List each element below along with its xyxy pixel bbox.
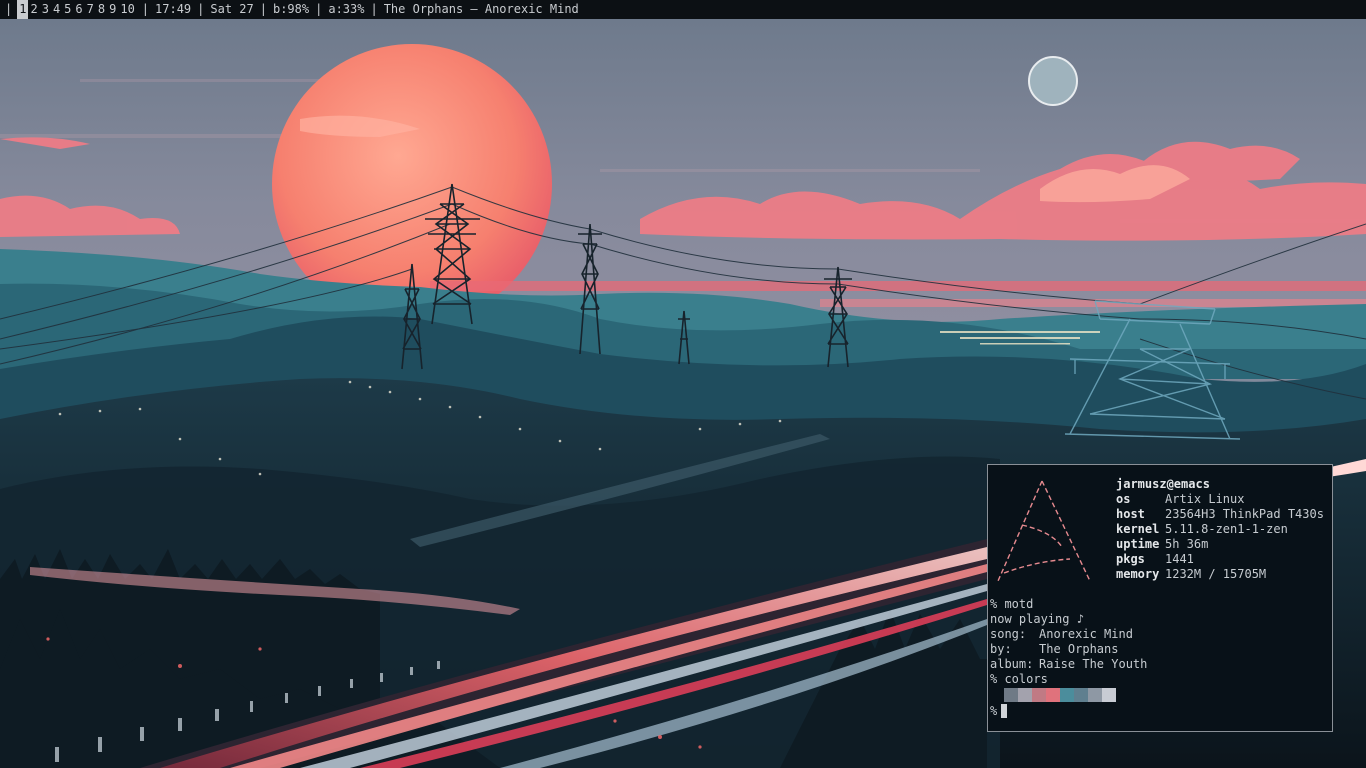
status-bar: | 1 2 3 4 5 6 7 8 9 10 | 17:49 | Sat 27 | b:98% | a:33% | Th… bbox=[0, 0, 1366, 19]
color-swatch bbox=[1060, 688, 1074, 702]
command-line: % motd bbox=[990, 597, 1034, 611]
workspace-7[interactable]: 7 bbox=[85, 0, 96, 19]
info-row-pkgs: pkgs 1441 bbox=[1116, 552, 1324, 567]
info-value: 5h 36m bbox=[1165, 537, 1209, 551]
now-playing: The Orphans – Anorexic Mind bbox=[383, 2, 579, 16]
text-cursor bbox=[1001, 704, 1008, 718]
prompt-line[interactable]: % bbox=[990, 704, 1147, 719]
album-line: album: Raise The Youth bbox=[990, 657, 1147, 672]
workspace-4[interactable]: 4 bbox=[51, 0, 62, 19]
workspace-1[interactable]: 1 bbox=[17, 0, 29, 19]
workspace-8[interactable]: 8 bbox=[96, 0, 107, 19]
info-key: host bbox=[1116, 507, 1145, 521]
workspace-3[interactable]: 3 bbox=[40, 0, 51, 19]
bar-separator: | bbox=[315, 2, 323, 16]
battery-status: b:98% bbox=[272, 2, 310, 16]
album-label: album: bbox=[990, 657, 1034, 671]
info-row-host: host 23564H3 ThinkPad T430s bbox=[1116, 507, 1324, 522]
workspace-9[interactable]: 9 bbox=[107, 0, 118, 19]
color-palette bbox=[1004, 688, 1147, 702]
workspace-5[interactable]: 5 bbox=[62, 0, 73, 19]
workspace-10[interactable]: 10 bbox=[118, 0, 136, 19]
date: Sat 27 bbox=[210, 2, 254, 16]
info-key: memory bbox=[1116, 567, 1160, 581]
bar-separator: | bbox=[197, 2, 205, 16]
audio-volume: a:33% bbox=[328, 2, 365, 16]
album-name: Raise The Youth bbox=[1039, 657, 1148, 671]
artist-label: by: bbox=[990, 642, 1012, 656]
command-line: % colors bbox=[990, 672, 1048, 686]
color-swatch bbox=[1074, 688, 1088, 702]
workspace-list: 1 2 3 4 5 6 7 8 9 10 bbox=[17, 0, 137, 19]
color-swatch bbox=[1032, 688, 1046, 702]
artix-logo-icon bbox=[997, 480, 1091, 582]
song-line: song: Anorexic Mind bbox=[990, 627, 1147, 642]
bar-separator: | bbox=[259, 2, 267, 16]
bar-separator: | bbox=[370, 2, 378, 16]
color-swatch bbox=[1018, 688, 1032, 702]
info-value: 1232M / 15705M bbox=[1165, 567, 1267, 581]
info-value: 23564H3 ThinkPad T430s bbox=[1165, 507, 1324, 521]
info-row-memory: memory 1232M / 15705M bbox=[1116, 567, 1324, 582]
info-key: os bbox=[1116, 492, 1131, 506]
terminal-window[interactable]: jarmusz@emacs os Artix Linux host 23564H3 … bbox=[987, 464, 1333, 732]
clock: 17:49 bbox=[155, 2, 192, 16]
workspace-2[interactable]: 2 bbox=[28, 0, 39, 19]
user-host: jarmusz@emacs bbox=[1116, 477, 1210, 491]
song-label: song: bbox=[990, 627, 1027, 641]
color-swatch bbox=[1102, 688, 1116, 702]
info-row-os: os Artix Linux bbox=[1116, 492, 1324, 507]
terminal-output: % motd now playing ♪ song: Anorexic Mind … bbox=[990, 597, 1147, 719]
moon bbox=[1028, 56, 1078, 106]
artist-name: The Orphans bbox=[1039, 642, 1119, 656]
artist-line: by: The Orphans bbox=[990, 642, 1147, 657]
color-swatch bbox=[1004, 688, 1018, 702]
now-playing-header: now playing ♪ bbox=[990, 612, 1084, 626]
info-value: Artix Linux bbox=[1165, 492, 1245, 506]
system-info: jarmusz@emacs os Artix Linux host 23564H3 … bbox=[1116, 477, 1324, 582]
info-key: pkgs bbox=[1116, 552, 1145, 566]
color-swatch bbox=[1046, 688, 1060, 702]
color-swatch bbox=[1088, 688, 1102, 702]
info-key: uptime bbox=[1116, 537, 1160, 551]
bar-separator: | bbox=[5, 2, 13, 16]
info-row-kernel: kernel 5.11.8-zen1-1-zen bbox=[1116, 522, 1324, 537]
info-value: 5.11.8-zen1-1-zen bbox=[1165, 522, 1288, 536]
info-value: 1441 bbox=[1165, 552, 1194, 566]
prompt-symbol: % bbox=[990, 704, 998, 718]
info-row-uptime: uptime 5h 36m bbox=[1116, 537, 1324, 552]
bar-separator: | bbox=[141, 2, 150, 16]
song-title: Anorexic Mind bbox=[1039, 627, 1133, 641]
workspace-6[interactable]: 6 bbox=[73, 0, 84, 19]
info-key: kernel bbox=[1116, 522, 1160, 536]
